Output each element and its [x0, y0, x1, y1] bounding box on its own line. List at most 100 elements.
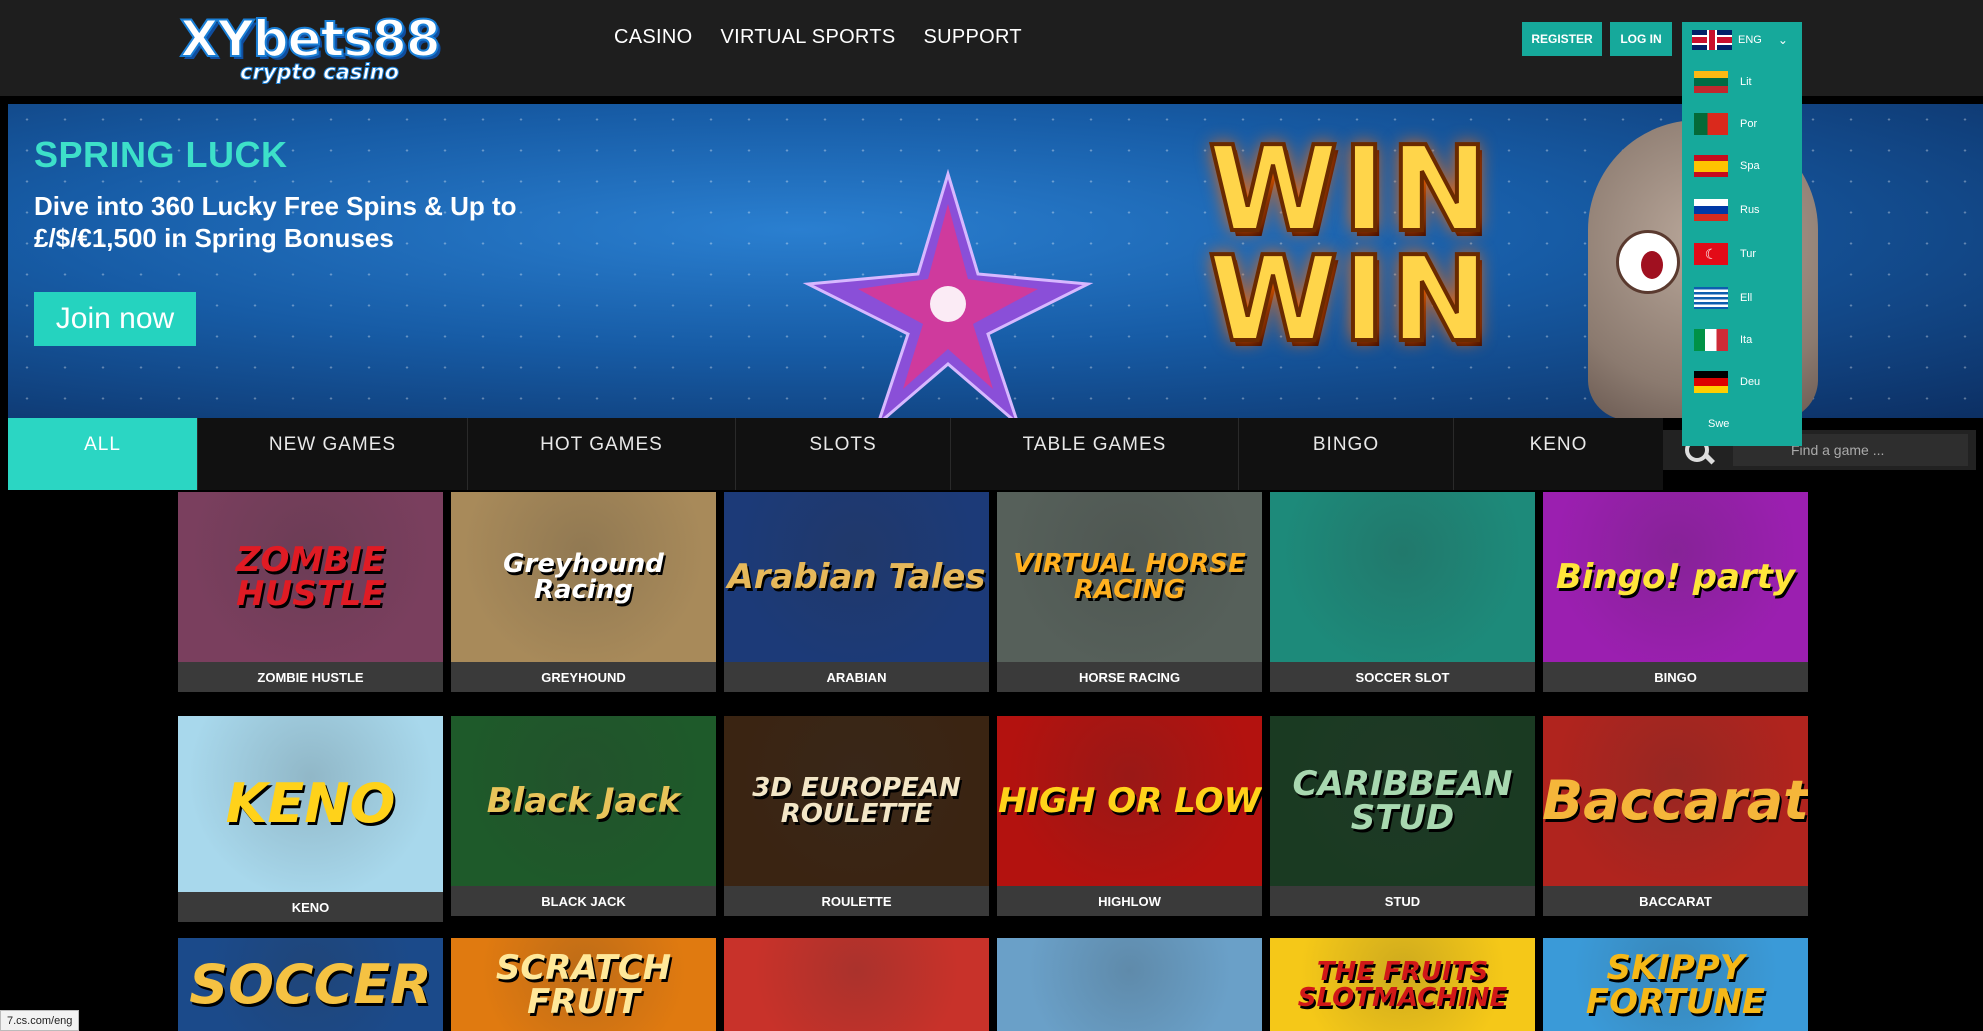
game-thumbnail[interactable] [724, 938, 989, 1031]
language-option-ita[interactable]: Ita [1694, 328, 1752, 352]
logo-wordmark: XYbets88 [179, 10, 442, 68]
promo-description: Dive into 360 Lucky Free Spins & Up to £… [34, 191, 517, 253]
language-option-ell[interactable]: Ell [1694, 286, 1752, 310]
language-option-label: Swe [1708, 418, 1730, 430]
game-tile[interactable]: CARIBBEAN STUD STUD [1270, 716, 1535, 916]
game-tile[interactable] [997, 938, 1262, 1031]
language-option-spa[interactable]: Spa [1694, 154, 1760, 178]
game-thumbnail[interactable]: SCRATCH FRUIT [451, 938, 716, 1031]
tab-hot-games[interactable]: HOT GAMES [468, 418, 736, 490]
tab-new-games[interactable]: NEW GAMES [198, 418, 468, 490]
game-tile[interactable]: ZOMBIE HUSTLE ZOMBIE HUSTLE [178, 492, 443, 692]
game-label: HIGHLOW [997, 886, 1262, 916]
game-label: BACCARAT [1543, 886, 1808, 916]
germany-flag-icon [1694, 371, 1728, 393]
game-tile[interactable]: THE FRUITS SLOTMACHINE [1270, 938, 1535, 1031]
game-tile[interactable]: Greyhound Racing GREYHOUND [451, 492, 716, 692]
game-thumbnail[interactable]: HIGH OR LOW [997, 716, 1262, 886]
game-tile[interactable]: Bingo! party BINGO [1543, 492, 1808, 692]
game-tile[interactable]: SCRATCH FRUIT [451, 938, 716, 1031]
game-thumbnail[interactable]: SOCCER [178, 938, 443, 1031]
language-option-label: Rus [1740, 204, 1760, 216]
game-tile[interactable]: SKIPPY FORTUNE [1543, 938, 1808, 1031]
turkey-flag-icon: ☾ [1694, 243, 1728, 265]
game-label: BLACK JACK [451, 886, 716, 916]
game-thumbnail[interactable]: Bingo! party [1543, 492, 1808, 662]
greece-flag-icon [1694, 287, 1728, 309]
category-tabs: ALL NEW GAMES HOT GAMES SLOTS TABLE GAME… [8, 418, 1663, 490]
game-tile[interactable]: HIGH OR LOW HIGHLOW [997, 716, 1262, 916]
uk-flag-icon [1692, 30, 1732, 50]
language-option-label: Ita [1740, 334, 1753, 346]
game-artwork-title: SCRATCH FRUIT [495, 947, 672, 1022]
game-thumbnail[interactable]: Greyhound Racing [451, 492, 716, 662]
portugal-flag-icon [1694, 113, 1728, 135]
game-artwork-title: KENO [225, 772, 396, 835]
game-label: ROULETTE [724, 886, 989, 916]
game-artwork-title: Baccarat [1543, 769, 1808, 832]
game-thumbnail[interactable]: THE FRUITS SLOTMACHINE [1270, 938, 1535, 1031]
language-option-rus[interactable]: Rus [1694, 198, 1760, 222]
language-option-por[interactable]: Por [1694, 112, 1757, 136]
language-selector[interactable]: ENG ⌄ [1682, 22, 1802, 58]
game-tile[interactable] [724, 938, 989, 1031]
status-bar-url: 7.cs.com/eng [0, 1010, 80, 1031]
game-label: ARABIAN [724, 662, 989, 692]
game-artwork-title: HIGH OR LOW [997, 781, 1262, 821]
game-label: HORSE RACING [997, 662, 1262, 692]
game-thumbnail[interactable]: SKIPPY FORTUNE [1543, 938, 1808, 1031]
language-option-deu[interactable]: Deu [1694, 370, 1760, 394]
join-now-button[interactable]: Join now [34, 292, 196, 346]
game-thumbnail[interactable] [997, 938, 1262, 1031]
crystal-star-icon [802, 168, 1094, 418]
language-option-label: Ell [1740, 292, 1753, 304]
game-thumbnail[interactable]: KENO [178, 716, 443, 892]
lithuania-flag-icon [1694, 71, 1728, 93]
game-label: GREYHOUND [451, 662, 716, 692]
game-tile[interactable]: Black Jack BLACK JACK [451, 716, 716, 916]
logo-tagline: crypto casino [240, 60, 400, 85]
site-logo[interactable]: XYbets88 crypto casino [179, 10, 442, 85]
game-thumbnail[interactable] [1270, 492, 1535, 662]
language-option-swe[interactable]: Swe [1708, 412, 1729, 436]
nav-casino[interactable]: CASINO [614, 26, 692, 49]
game-tile[interactable]: Arabian Tales ARABIAN [724, 492, 989, 692]
promo-title: SPRING LUCK [34, 134, 288, 175]
game-thumbnail[interactable]: VIRTUAL HORSE RACING [997, 492, 1262, 662]
game-tile[interactable]: SOCCER SLOT [1270, 492, 1535, 692]
login-button[interactable]: LOG IN [1610, 22, 1672, 56]
game-tile[interactable]: SOCCER [178, 938, 443, 1031]
game-tile[interactable]: VIRTUAL HORSE RACING HORSE RACING [997, 492, 1262, 692]
tab-slots[interactable]: SLOTS [736, 418, 951, 490]
language-option-label: Tur [1740, 248, 1757, 260]
game-thumbnail[interactable]: Baccarat [1543, 716, 1808, 886]
game-thumbnail[interactable]: ZOMBIE HUSTLE [178, 492, 443, 662]
game-thumbnail[interactable]: CARIBBEAN STUD [1270, 716, 1535, 886]
language-option-label: Lit [1740, 76, 1752, 88]
game-thumbnail[interactable]: 3D EUROPEAN ROULETTE [724, 716, 989, 886]
game-tile[interactable]: 3D EUROPEAN ROULETTE ROULETTE [724, 716, 989, 916]
game-artwork-title: Black Jack [486, 781, 681, 821]
nav-support[interactable]: SUPPORT [923, 26, 1021, 49]
game-thumbnail[interactable]: Arabian Tales [724, 492, 989, 662]
game-artwork-title: CARIBBEAN STUD [1292, 764, 1513, 838]
register-button[interactable]: REGISTER [1522, 22, 1602, 56]
language-selected: ENG [1738, 34, 1762, 46]
nav-virtual-sports[interactable]: VIRTUAL SPORTS [720, 26, 895, 49]
language-option-tur[interactable]: ☾ Tur [1694, 242, 1756, 266]
game-artwork-title: Arabian Tales [727, 557, 986, 597]
game-label: ZOMBIE HUSTLE [178, 662, 443, 692]
spain-flag-icon [1694, 155, 1728, 177]
tab-keno[interactable]: KENO [1454, 418, 1663, 490]
game-artwork-title: 3D EUROPEAN ROULETTE [752, 773, 961, 829]
tab-table-games[interactable]: TABLE GAMES [951, 418, 1239, 490]
game-label: SOCCER SLOT [1270, 662, 1535, 692]
game-artwork-title: SKIPPY FORTUNE [1585, 947, 1766, 1022]
language-option-lit[interactable]: Lit [1694, 70, 1752, 94]
tab-all[interactable]: ALL [8, 418, 198, 490]
language-option-label: Deu [1740, 376, 1761, 388]
tab-bingo[interactable]: BINGO [1239, 418, 1454, 490]
game-tile[interactable]: Baccarat BACCARAT [1543, 716, 1808, 916]
game-thumbnail[interactable]: Black Jack [451, 716, 716, 886]
game-tile[interactable]: KENO KENO [178, 716, 443, 922]
